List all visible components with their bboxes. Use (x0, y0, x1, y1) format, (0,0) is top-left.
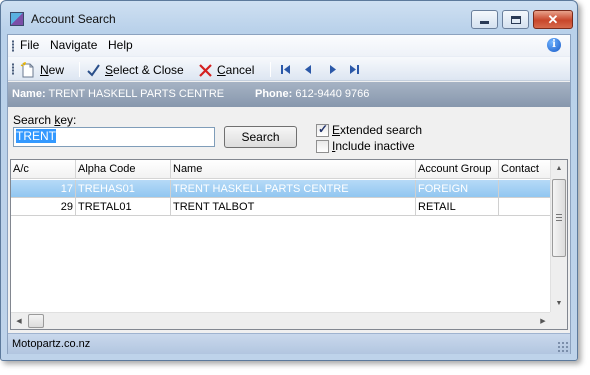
vertical-scrollbar[interactable]: ▲ ▼ (550, 160, 567, 312)
column-header-ac[interactable]: A/c (11, 160, 76, 179)
new-document-icon (20, 62, 34, 78)
cancel-button[interactable]: Cancel (198, 61, 254, 79)
search-key-label: Search key: (13, 113, 77, 127)
toolbar-separator (79, 62, 80, 77)
title-bar[interactable]: Account Search ✕ (1, 1, 577, 35)
extended-search-option[interactable]: Extended search (316, 122, 423, 137)
toolbar-separator (270, 62, 271, 77)
account-search-window: Account Search ✕ File Navigate Help i Ne… (0, 0, 578, 361)
column-header-contact[interactable]: Contact (499, 160, 551, 179)
cell-name: TRENT HASKELL PARTS CENTRE (171, 180, 416, 198)
table-row[interactable]: 29 TRETAL01 TRENT TALBOT RETAIL (11, 198, 551, 216)
next-record-icon (329, 64, 336, 74)
info-icon[interactable]: i (547, 38, 561, 52)
menu-grip-icon[interactable] (12, 40, 14, 52)
include-inactive-option[interactable]: Include inactive (316, 139, 415, 153)
last-record-button[interactable] (348, 63, 360, 75)
new-button[interactable]: New (20, 61, 64, 79)
menu-file[interactable]: File (20, 38, 39, 52)
scroll-grip-icon (556, 214, 562, 221)
include-inactive-label: Include inactive (332, 139, 415, 153)
new-label: New (40, 63, 65, 77)
include-inactive-checkbox[interactable] (316, 139, 329, 153)
cell-name: TRENT TALBOT (171, 198, 416, 216)
cell-alpha-code: TRETAL01 (76, 198, 171, 216)
minimize-button[interactable] (471, 10, 498, 29)
next-record-button[interactable] (326, 63, 338, 75)
account-info-banner: Name: TRENT HASKELL PARTS CENTRE Phone: … (8, 82, 570, 107)
resize-grip-icon[interactable] (557, 341, 568, 352)
select-close-button[interactable]: Select & Close (86, 61, 184, 79)
results-grid: A/c Alpha Code Name Account Group Contac… (10, 159, 568, 330)
minimize-icon (480, 21, 489, 24)
last-record-icon (349, 64, 359, 74)
scrollbar-corner (550, 312, 567, 329)
menu-navigate[interactable]: Navigate (50, 38, 97, 52)
banner-name: Name: TRENT HASKELL PARTS CENTRE (12, 88, 225, 100)
horizontal-scrollbar[interactable]: ◀ ▶ (11, 312, 551, 329)
window-title: Account Search (31, 12, 116, 26)
extended-search-label: Extended search (332, 123, 423, 137)
maximize-icon (510, 15, 521, 24)
cell-account-group: FOREIGN (416, 180, 499, 198)
column-header-name[interactable]: Name (171, 160, 416, 179)
table-row[interactable]: 17 TREHAS01 TRENT HASKELL PARTS CENTRE F… (11, 180, 551, 198)
previous-record-icon (304, 64, 311, 74)
scroll-right-icon[interactable]: ▶ (535, 313, 551, 329)
previous-record-button[interactable] (302, 63, 314, 75)
vertical-scroll-thumb[interactable] (552, 179, 566, 257)
first-record-button[interactable] (279, 63, 291, 75)
cancel-label: Cancel (217, 63, 255, 77)
cell-alpha-code: TREHAS01 (76, 180, 171, 198)
toolbar: New Select & Close Cancel (8, 56, 570, 81)
cancel-x-icon (199, 63, 212, 77)
menu-bar: File Navigate Help i (8, 35, 570, 56)
search-key-value: TRENT (16, 129, 56, 143)
grid-header: A/c Alpha Code Name Account Group Contac… (11, 160, 551, 179)
client-area: File Navigate Help i New Select & Close … (7, 34, 571, 354)
search-key-input[interactable]: TRENT (13, 127, 215, 147)
select-close-label: Select & Close (105, 63, 184, 77)
cell-contact (499, 180, 551, 198)
column-header-alpha-code[interactable]: Alpha Code (76, 160, 171, 179)
scroll-down-icon[interactable]: ▼ (551, 295, 567, 312)
scroll-left-icon[interactable]: ◀ (11, 313, 27, 329)
close-button[interactable]: ✕ (533, 10, 573, 29)
status-text: Motopartz.co.nz (12, 338, 91, 350)
cell-ac: 29 (11, 198, 76, 216)
horizontal-scroll-thumb[interactable] (28, 314, 44, 328)
first-record-icon (280, 64, 290, 74)
maximize-button[interactable] (502, 10, 529, 29)
cell-ac: 17 (11, 180, 76, 198)
checkmark-icon (87, 63, 100, 77)
menu-help[interactable]: Help (108, 38, 133, 52)
extended-search-checkbox[interactable] (316, 122, 329, 137)
scroll-up-icon[interactable]: ▲ (551, 160, 567, 177)
search-button[interactable]: Search (224, 126, 297, 148)
status-bar: Motopartz.co.nz (8, 333, 570, 354)
app-icon (10, 12, 24, 26)
column-header-account-group[interactable]: Account Group (416, 160, 499, 179)
toolbar-grip-icon[interactable] (12, 63, 14, 75)
cell-account-group: RETAIL (416, 198, 499, 216)
cell-contact (499, 198, 551, 216)
banner-phone: Phone: 612-9440 9766 (255, 88, 370, 100)
close-icon: ✕ (547, 12, 559, 27)
